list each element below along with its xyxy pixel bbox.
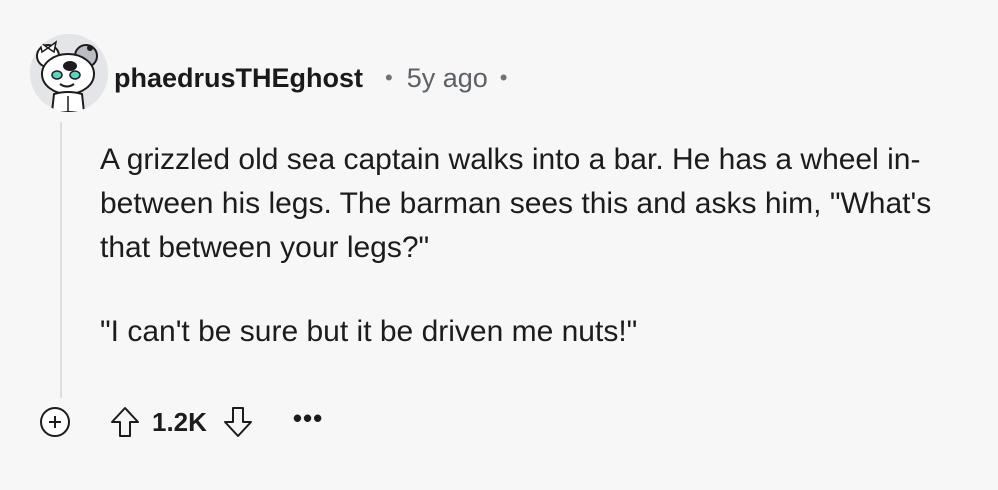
comment: phaedrusTHEghost • 5y ago • A grizzled o… [0, 0, 998, 490]
timestamp[interactable]: 5y ago [407, 63, 488, 94]
more-options-button[interactable]: ••• [293, 405, 323, 436]
comment-header: phaedrusTHEghost • 5y ago • [114, 58, 508, 98]
arrow-up-outline-icon [111, 407, 139, 437]
upvote-button[interactable] [110, 406, 140, 438]
thread-line[interactable] [60, 122, 62, 398]
meta-separator: • [499, 65, 508, 90]
downvote-button[interactable] [223, 406, 253, 438]
comment-paragraph: "I can't be sure but it be driven me nut… [100, 315, 638, 348]
meta-separator: • [385, 65, 393, 90]
avatar[interactable] [30, 34, 108, 112]
vote-score: 1.2K [152, 406, 207, 437]
comment-body: A grizzled old sea captain walks into a … [100, 138, 980, 394]
comment-actions: 1.2K ••• [40, 402, 323, 442]
username-link[interactable]: phaedrusTHEghost [114, 63, 363, 94]
comment-paragraph: A grizzled old sea captain walks into a … [100, 143, 932, 264]
expand-thread-button[interactable] [40, 407, 70, 437]
snoo-koala-avatar-icon [30, 34, 108, 112]
plus-circle-icon [49, 416, 61, 428]
arrow-down-outline-icon [223, 407, 252, 437]
